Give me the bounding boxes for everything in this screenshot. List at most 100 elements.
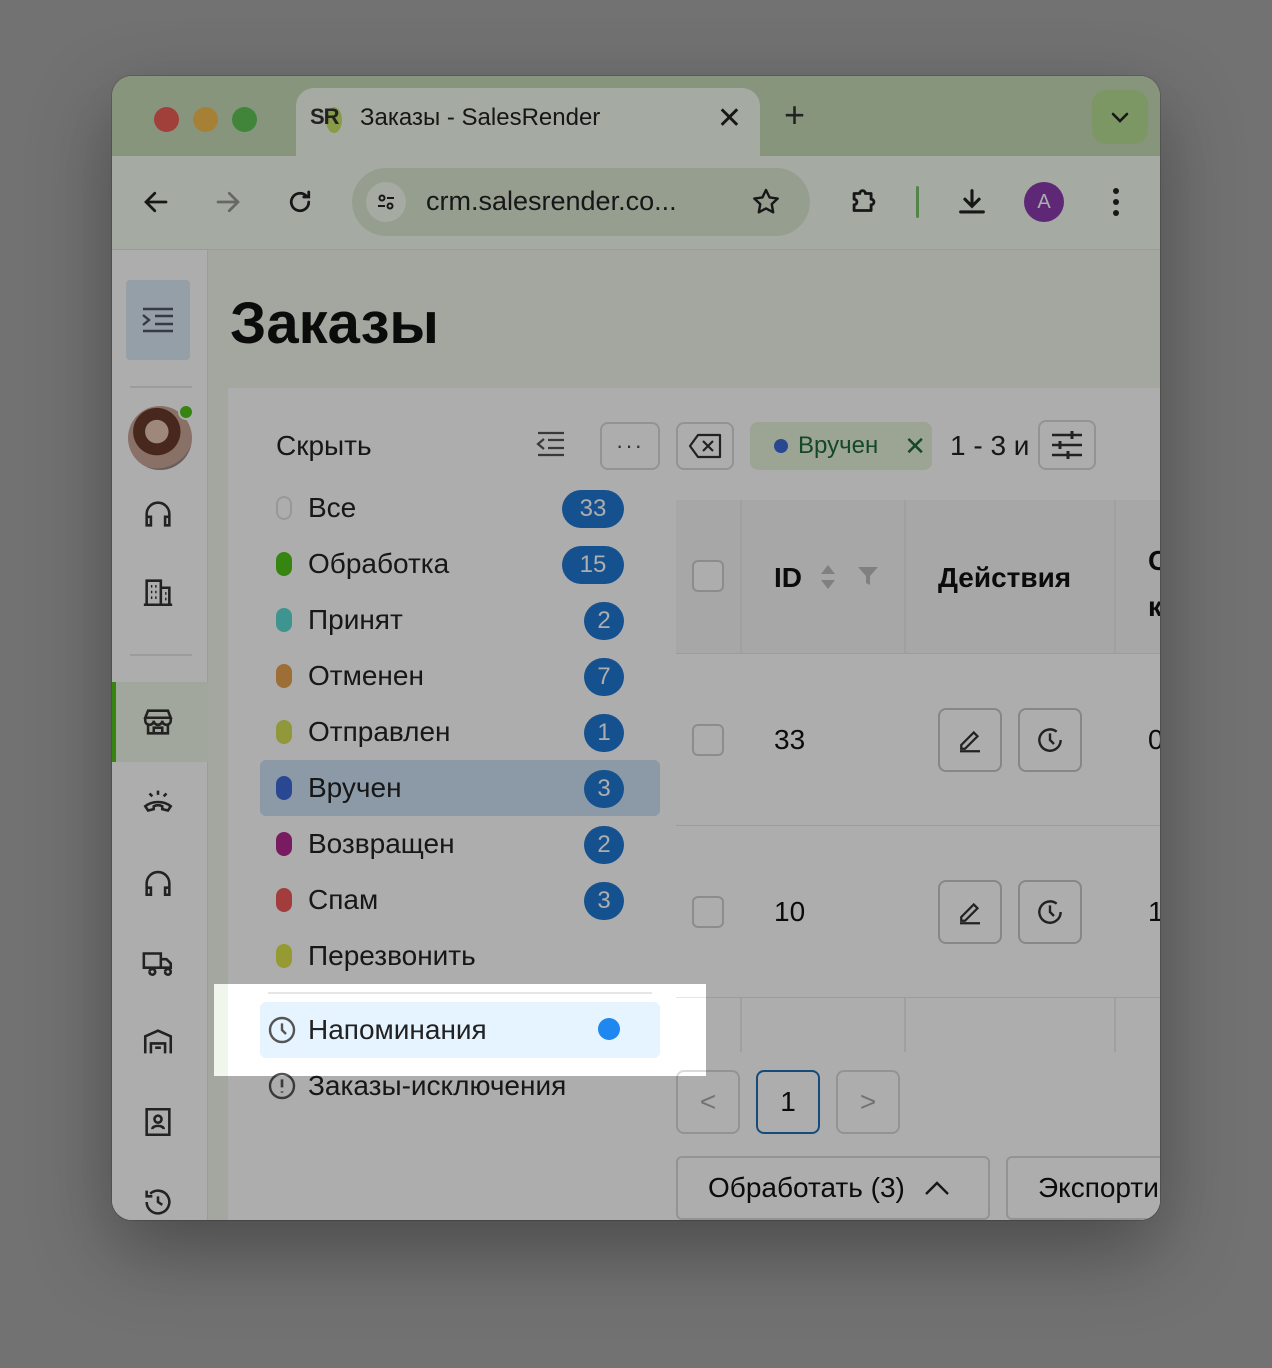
status-count-badge: 7 [584, 658, 624, 696]
warehouse-icon [143, 1029, 173, 1054]
clear-filters-button[interactable] [676, 422, 734, 470]
hide-statuses-label[interactable]: Скрыть [276, 430, 372, 462]
status-item-processing[interactable]: Обработка 15 [260, 536, 660, 592]
edit-order-button[interactable] [938, 880, 1002, 944]
sidebar-item-operators[interactable] [126, 850, 190, 914]
export-button[interactable]: Экспорти [1006, 1156, 1160, 1220]
sidebar-item-support[interactable] [126, 482, 190, 546]
more-options-button[interactable]: ··· [600, 422, 660, 470]
process-orders-button[interactable]: Обработать (3) [676, 1156, 990, 1220]
close-window-button[interactable] [154, 107, 179, 132]
site-info-icon[interactable] [366, 182, 406, 222]
page-title: Заказы [230, 291, 439, 356]
history-icon [145, 1189, 171, 1215]
downloads-button[interactable] [950, 180, 994, 224]
back-button[interactable] [134, 180, 178, 224]
phone-hangup-icon [143, 790, 173, 812]
hide-panel-icon[interactable] [536, 430, 566, 463]
order-history-button[interactable] [1018, 880, 1082, 944]
status-item-cancelled[interactable]: Отменен 7 [260, 648, 660, 704]
reload-button[interactable] [278, 180, 322, 224]
url-text: crm.salesrender.co... [426, 186, 677, 216]
status-dot [774, 439, 788, 453]
arrow-left-icon [144, 191, 168, 213]
edit-order-button[interactable] [938, 708, 1002, 772]
status-item-delivered[interactable]: Вручен 3 [260, 760, 660, 816]
status-dot [276, 832, 292, 856]
app-sidebar [112, 250, 208, 1220]
filter-chip-label: Вручен [798, 432, 879, 459]
table-row[interactable]: 10 1 [676, 826, 1160, 998]
exclamation-circle-icon [266, 1070, 298, 1107]
chevron-up-icon [924, 1181, 949, 1195]
prev-page-button[interactable]: < [676, 1070, 740, 1134]
row-checkbox[interactable] [692, 896, 724, 928]
table-row[interactable]: 33 0 [676, 654, 1160, 826]
address-bar[interactable]: crm.salesrender.co... [352, 168, 810, 236]
status-item-callback[interactable]: Перезвонить [260, 928, 660, 984]
status-item-spam[interactable]: Спам 3 [260, 872, 660, 928]
main-area: Заказы Скрыть ··· Все 33 Обработка 15 Пр… [208, 250, 1160, 1220]
status-label: Отменен [308, 660, 424, 691]
tab-close-icon[interactable]: ✕ [717, 101, 742, 136]
sidebar-item-contacts[interactable] [126, 1090, 190, 1154]
forward-button[interactable] [206, 180, 250, 224]
sidebar-collapse-button[interactable] [126, 280, 190, 360]
status-item-all[interactable]: Все 33 [260, 480, 660, 536]
status-label: Все [308, 492, 357, 523]
status-item-returned[interactable]: Возвращен 2 [260, 816, 660, 872]
status-dot [276, 944, 292, 968]
sidebar-item-company[interactable] [126, 560, 190, 624]
sidebar-item-warehouse[interactable] [126, 1010, 190, 1074]
active-filter-chip[interactable]: Вручен ✕ [750, 422, 932, 470]
edit-icon [960, 902, 980, 925]
window-controls [154, 107, 257, 132]
browser-menu-button[interactable] [1094, 180, 1138, 224]
new-tab-button[interactable]: + [784, 94, 805, 136]
extensions-button[interactable] [842, 180, 886, 224]
sidebar-item-calls[interactable] [126, 770, 190, 834]
column-header-id[interactable]: ID [774, 562, 802, 594]
reload-icon [289, 190, 311, 213]
table-settings-button[interactable] [1038, 420, 1096, 470]
column-header-next: С к [1148, 545, 1160, 622]
remove-filter-icon[interactable]: ✕ [904, 431, 926, 462]
sidebar-item-orders[interactable] [126, 690, 190, 754]
reminders-item[interactable]: Напоминания [260, 1002, 660, 1058]
status-item-shipped[interactable]: Отправлен 1 [260, 704, 660, 760]
filter-icon[interactable] [856, 564, 880, 593]
orders-table-area: Вручен ✕ 1 - 3 и ID Действия С к 33 0 10… [676, 388, 1160, 1220]
minimize-window-button[interactable] [193, 107, 218, 132]
download-icon [959, 189, 985, 214]
status-label: Спам [308, 884, 379, 915]
headset-icon [145, 501, 171, 527]
browser-tab[interactable]: SR Заказы - SalesRender ✕ [296, 88, 760, 156]
status-item-accepted[interactable]: Принят 2 [260, 592, 660, 648]
select-all-checkbox[interactable] [692, 560, 724, 592]
row-checkbox[interactable] [692, 724, 724, 756]
next-page-button[interactable]: > [836, 1070, 900, 1134]
contact-card-icon [145, 1107, 171, 1137]
status-dot [276, 552, 292, 576]
tab-search-button[interactable] [1092, 90, 1148, 144]
bookmark-star-icon[interactable] [750, 186, 782, 223]
sliders-icon [1052, 431, 1082, 459]
status-count-badge: 33 [562, 490, 624, 528]
headphones-icon [145, 870, 171, 897]
status-label: Перезвонить [308, 940, 476, 971]
status-label: Принят [308, 604, 403, 635]
sidebar-item-history[interactable] [126, 1170, 190, 1220]
page-1-button[interactable]: 1 [756, 1070, 820, 1134]
maximize-window-button[interactable] [232, 107, 257, 132]
exceptions-item[interactable]: Заказы-исключения [260, 1058, 660, 1114]
status-dot [276, 608, 292, 632]
sort-icon[interactable] [818, 562, 838, 597]
order-history-button[interactable] [1018, 708, 1082, 772]
profile-avatar[interactable]: A [1024, 182, 1064, 222]
sidebar-item-delivery[interactable] [126, 930, 190, 994]
online-status-dot [178, 404, 194, 420]
status-label: Возвращен [308, 828, 455, 859]
status-count-badge: 2 [584, 826, 624, 864]
status-dot [276, 496, 292, 520]
status-count-badge: 3 [584, 882, 624, 920]
